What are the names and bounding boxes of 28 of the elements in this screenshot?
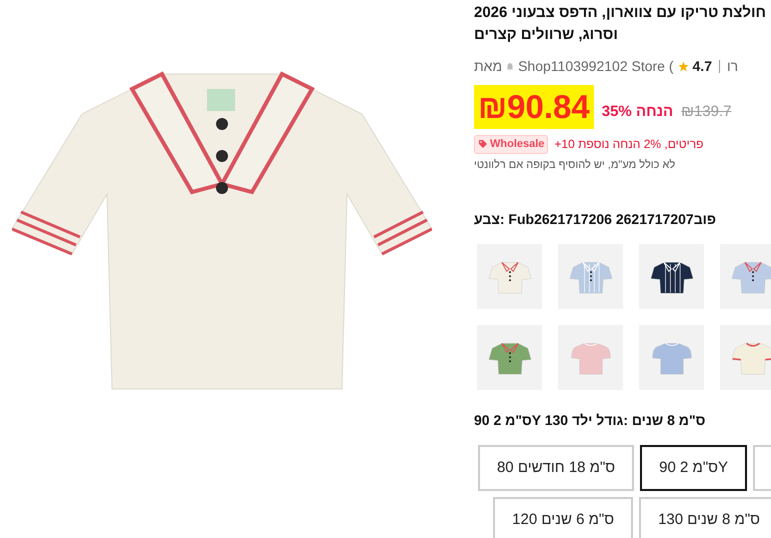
color-label: צבע: Fub2621717206 2621717207פוב [474, 210, 718, 229]
bell-icon [506, 62, 514, 72]
color-swatch[interactable] [558, 244, 623, 309]
size-option[interactable]: 130 ס"מ 8 שנים [639, 497, 771, 538]
current-price: ₪90.84 [474, 85, 594, 129]
size-option[interactable]: 80 ס"מ 18 חודשים [478, 445, 634, 491]
rating-value: 4.7 [692, 57, 712, 76]
color-swatch[interactable] [720, 325, 771, 390]
size-label: 90 ס"מ 2Y 130 ס"מ 8 שנים :גודל ילד [474, 411, 706, 430]
color-swatch[interactable] [558, 325, 623, 390]
star-icon [678, 61, 689, 72]
size-option[interactable]: 90 ס"מ 2Y [640, 445, 747, 491]
original-price: ₪139.7 [681, 102, 732, 122]
size-option[interactable]: 120 ס"מ 6 שנים [493, 497, 634, 538]
discount-text: 35% הנחה [602, 102, 674, 122]
truncated-text: רו [726, 57, 738, 76]
color-swatch[interactable] [477, 244, 542, 309]
seller-prefix: מאת [474, 57, 502, 76]
vat-note: לא כולל מע"מ, יש להוסיף בקופה אם רלוונטי [474, 158, 676, 172]
color-swatch[interactable] [477, 325, 542, 390]
color-swatch[interactable] [639, 325, 704, 390]
wholesale-badge: Wholesale [474, 135, 548, 154]
color-swatch[interactable] [639, 244, 704, 309]
color-swatch[interactable] [720, 244, 771, 309]
product-title: 2026 חולצת טריקו עם צווארון, הדפס צבעוני וסרוג, שרוולים קצרים [474, 3, 767, 45]
wholesale-offer: +10 פריטים, 2% הנחה נוספת [554, 136, 704, 154]
store-link[interactable]: Shop1103992102 Store ( [518, 56, 674, 77]
tag-icon [478, 139, 488, 150]
